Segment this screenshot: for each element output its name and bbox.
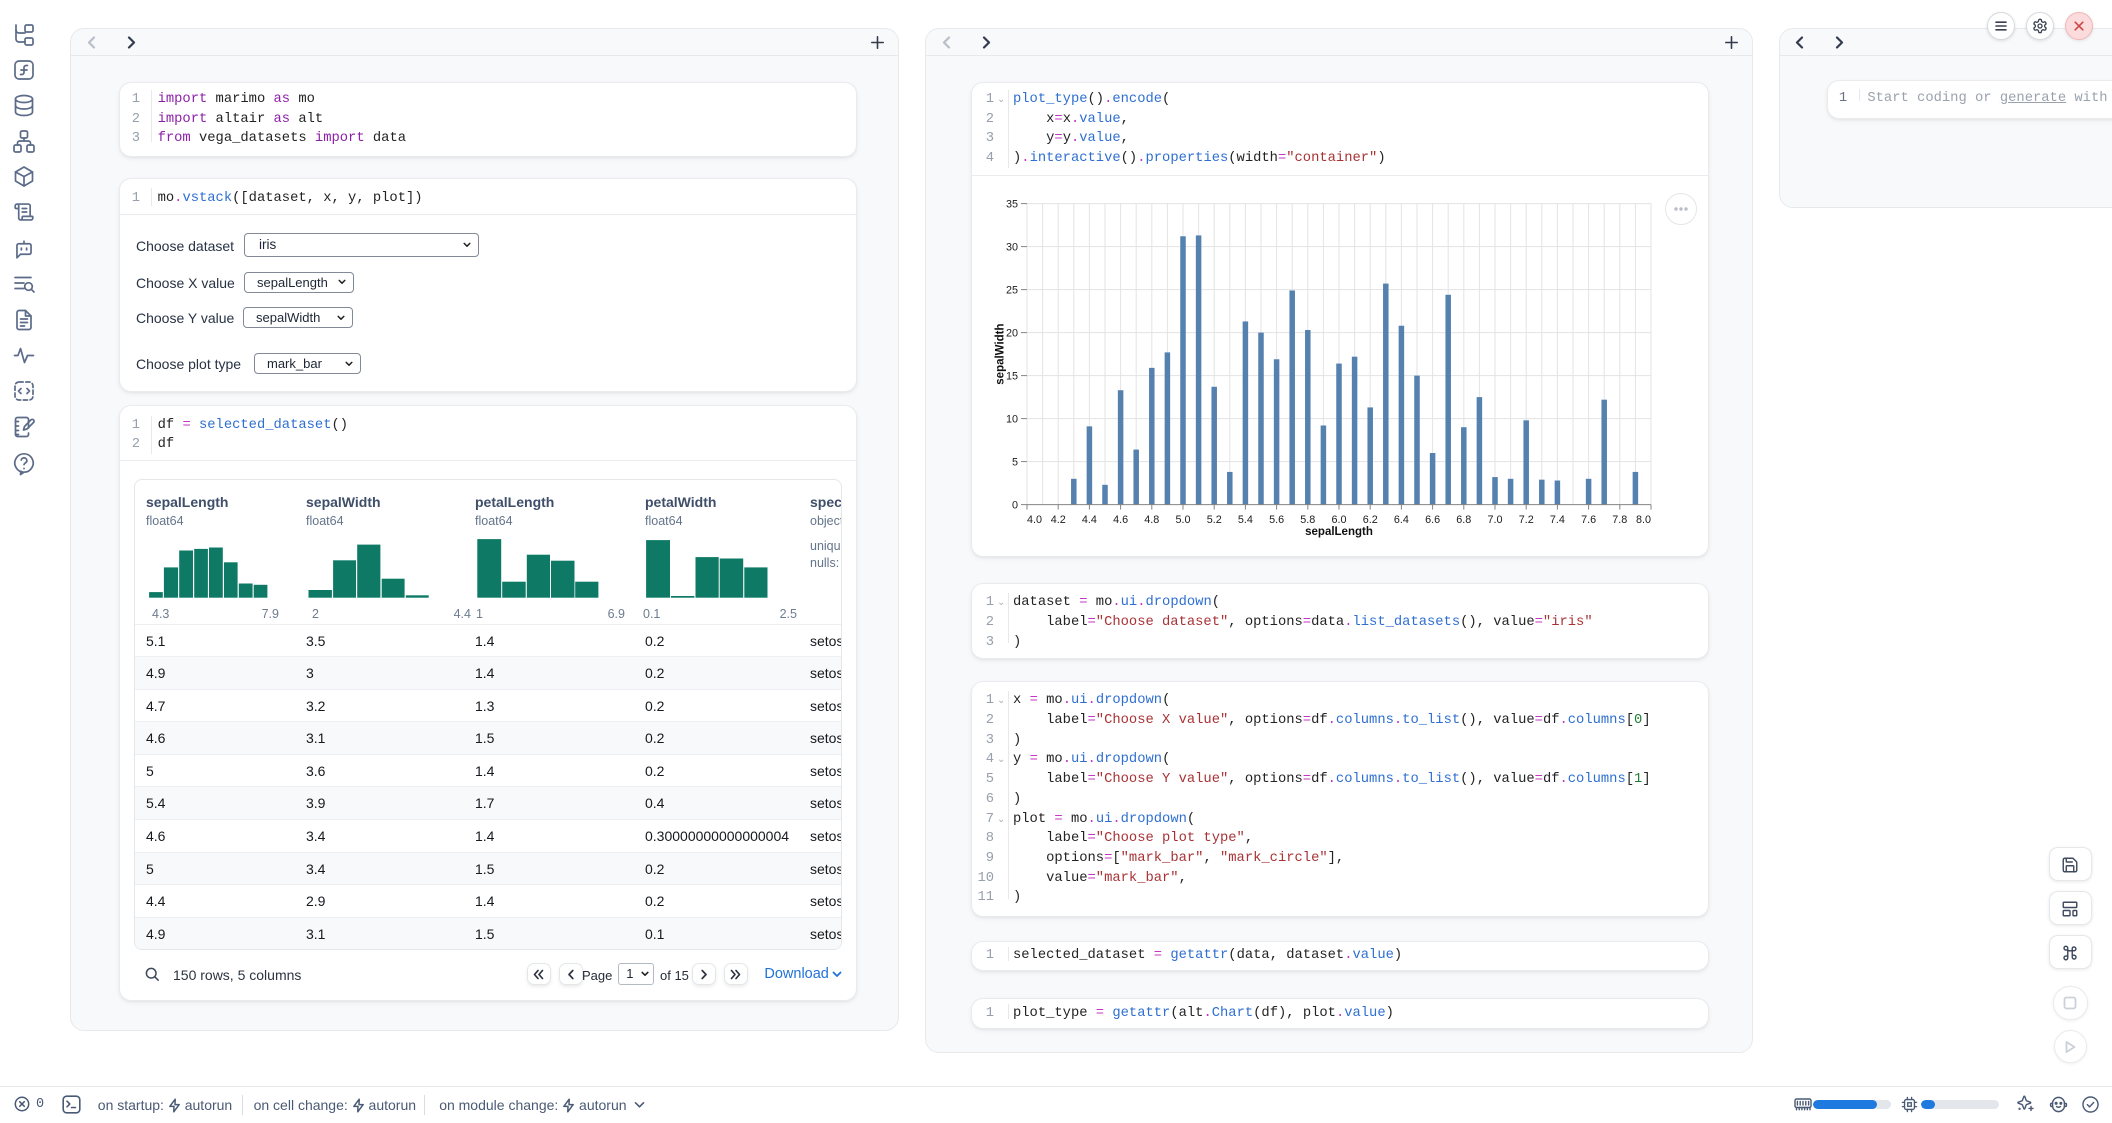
svg-text:6.8: 6.8	[1456, 514, 1471, 526]
svg-text:7.8: 7.8	[1612, 514, 1627, 526]
svg-text:5.0: 5.0	[1175, 514, 1190, 526]
svg-text:6.6: 6.6	[1425, 514, 1440, 526]
svg-text:6.0: 6.0	[1331, 514, 1346, 526]
svg-text:4.4: 4.4	[1082, 514, 1097, 526]
svg-text:5: 5	[1012, 456, 1018, 468]
svg-text:6.2: 6.2	[1363, 514, 1378, 526]
svg-text:4.8: 4.8	[1144, 514, 1159, 526]
svg-text:5.4: 5.4	[1238, 514, 1253, 526]
svg-text:sepalWidth: sepalWidth	[995, 323, 1007, 384]
svg-text:6.4: 6.4	[1394, 514, 1409, 526]
svg-text:10: 10	[1006, 413, 1018, 425]
svg-text:7.4: 7.4	[1550, 514, 1565, 526]
svg-text:4.6: 4.6	[1113, 514, 1128, 526]
svg-text:0: 0	[1012, 499, 1018, 511]
svg-text:4.0: 4.0	[1027, 514, 1042, 526]
svg-text:4.2: 4.2	[1051, 514, 1066, 526]
svg-text:30: 30	[1006, 241, 1018, 253]
svg-text:8.0: 8.0	[1636, 514, 1651, 526]
svg-text:7.2: 7.2	[1519, 514, 1534, 526]
svg-text:5.8: 5.8	[1300, 514, 1315, 526]
svg-text:sepalLength: sepalLength	[1305, 526, 1373, 538]
svg-text:5.6: 5.6	[1269, 514, 1284, 526]
svg-text:7.6: 7.6	[1581, 514, 1596, 526]
svg-text:20: 20	[1006, 327, 1018, 339]
svg-text:5.2: 5.2	[1207, 514, 1222, 526]
svg-text:7.0: 7.0	[1487, 514, 1502, 526]
svg-text:15: 15	[1006, 370, 1018, 382]
svg-text:25: 25	[1006, 284, 1018, 296]
svg-text:35: 35	[1006, 198, 1018, 210]
